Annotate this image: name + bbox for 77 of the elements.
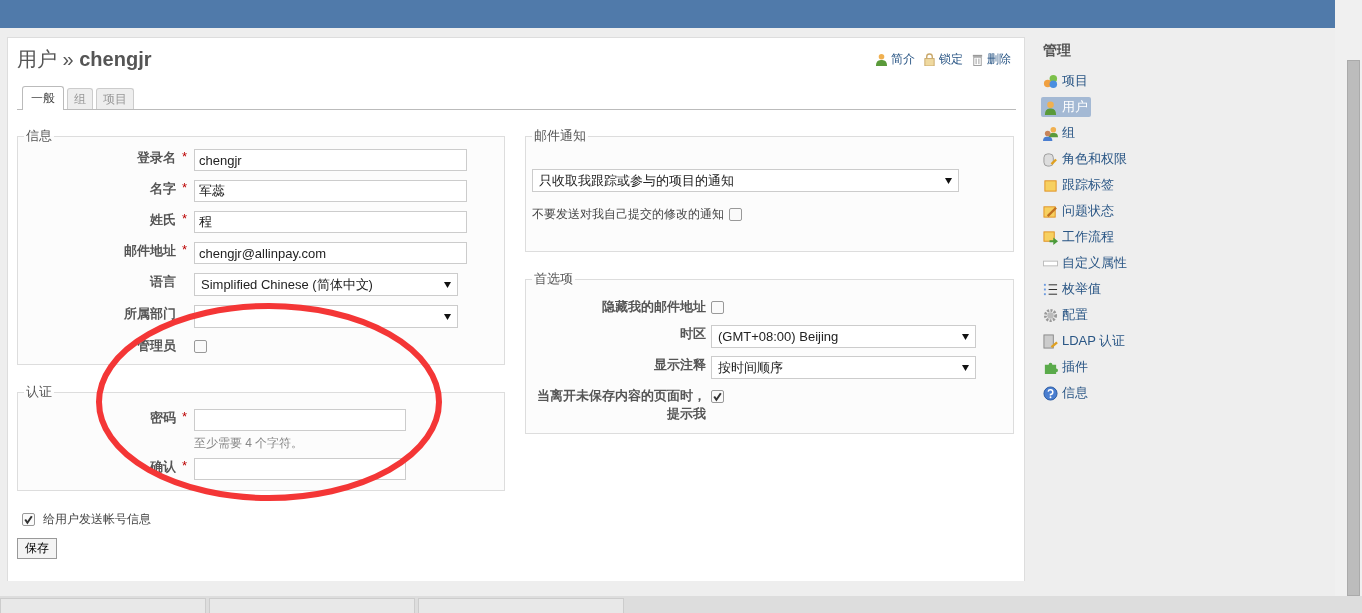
action-link[interactable]: 删除	[987, 50, 1011, 68]
sidebar-item[interactable]: 配置	[1041, 305, 1091, 325]
lock-icon	[923, 52, 936, 66]
section-legend: 首选项	[532, 270, 575, 288]
server-icon	[1043, 333, 1058, 349]
hint-text: 至少需要 4 个字符。	[194, 435, 305, 452]
field-label: 所属部门	[124, 305, 176, 323]
caret-icon	[945, 177, 952, 184]
section-legend: 信息	[24, 127, 54, 145]
required-mark: *	[182, 409, 188, 424]
select-field[interactable]: 只收取我跟踪或参与的项目的通知	[532, 169, 959, 192]
required-mark: *	[182, 149, 188, 164]
section-legend: 认证	[24, 383, 54, 401]
field-label: 显示注释	[654, 356, 706, 374]
section-legend: 邮件通知	[532, 127, 588, 145]
list-icon	[1043, 281, 1058, 297]
square-icon	[1043, 177, 1058, 193]
checkbox[interactable]	[711, 301, 724, 314]
checkbox[interactable]	[22, 513, 35, 526]
people-icon	[1043, 125, 1058, 141]
password-field[interactable]	[194, 458, 406, 480]
checkbox[interactable]	[729, 208, 742, 221]
field-label: 登录名	[137, 149, 176, 167]
input-field[interactable]: 军蕊	[194, 180, 467, 202]
sidebar-item[interactable]: 问题状态	[1041, 201, 1117, 221]
required-mark: *	[182, 211, 188, 226]
sidebar-item[interactable]: 工作流程	[1041, 227, 1117, 247]
caret-icon	[962, 333, 969, 340]
caret-icon	[962, 364, 969, 371]
input-field[interactable]: 程	[194, 211, 467, 233]
sidebar-item[interactable]: 项目	[1041, 71, 1091, 91]
select-field[interactable]: (GMT+08:00) Beijing	[711, 325, 976, 348]
help-icon	[1043, 385, 1058, 401]
field-label: 密码	[150, 409, 176, 427]
pencil-icon	[1043, 203, 1058, 219]
circles-icon	[1043, 73, 1058, 89]
tab[interactable]: 一般	[22, 86, 64, 110]
sidebar-item[interactable]: 角色和权限	[1041, 149, 1130, 169]
select-field[interactable]: Simplified Chinese (简体中文)	[194, 273, 458, 296]
required-mark: *	[182, 180, 188, 195]
caret-icon	[444, 281, 451, 288]
field-label: 时区	[680, 325, 706, 343]
checkbox[interactable]	[194, 340, 207, 353]
required-mark: *	[182, 242, 188, 257]
sidebar-item[interactable]: 枚举值	[1041, 279, 1104, 299]
page-title: 用户 » chengjr	[17, 46, 152, 72]
person-icon	[875, 52, 888, 66]
sidebar-item[interactable]: 跟踪标签	[1041, 175, 1117, 195]
sidebar-item[interactable]: 自定义属性	[1041, 253, 1130, 273]
checkbox-label: 给用户发送帐号信息	[43, 511, 151, 528]
field-label: 邮件地址	[124, 242, 176, 260]
person-icon	[1043, 99, 1058, 115]
sidebar-item[interactable]: 组	[1041, 123, 1078, 143]
select-field[interactable]: 按时间顺序	[711, 356, 976, 379]
field-label: 当离开未保存内容的页面时，提示我	[536, 387, 706, 423]
dbkey-icon	[1043, 151, 1058, 167]
gear-icon	[1043, 307, 1058, 323]
required-mark: *	[182, 458, 188, 473]
password-field[interactable]	[194, 409, 406, 431]
field-label: 隐藏我的邮件地址	[602, 298, 706, 316]
field-label: 语言	[150, 273, 176, 291]
checkbox-label: 不要发送对我自己提交的修改的通知	[532, 206, 724, 223]
action-link[interactable]: 简介	[891, 50, 915, 68]
scrollbar-thumb[interactable]	[1347, 60, 1360, 597]
field-label: 名字	[150, 180, 176, 198]
trash-icon	[971, 52, 984, 66]
checkbox[interactable]	[711, 390, 724, 403]
sidebar-item[interactable]: LDAP 认证	[1041, 331, 1129, 351]
action-link[interactable]: 锁定	[939, 50, 963, 68]
field-label: 姓氏	[150, 211, 176, 229]
input-field[interactable]: chengjr@allinpay.com	[194, 242, 467, 264]
sidebar-item[interactable]: 信息	[1041, 383, 1091, 403]
save-button[interactable]: 保存	[17, 538, 57, 559]
sidebar-item[interactable]: 插件	[1041, 357, 1091, 377]
caret-icon	[444, 313, 451, 320]
input-field[interactable]: chengjr	[194, 149, 467, 171]
sidebar-title: 管理	[1043, 42, 1072, 60]
